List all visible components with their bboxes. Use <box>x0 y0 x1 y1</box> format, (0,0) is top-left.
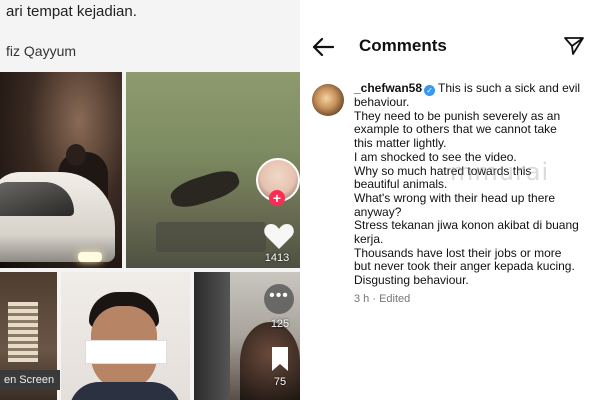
comment-line: Stress tekanan jiwa konon akibat di buan… <box>354 218 579 233</box>
article-text: ari tempat kejadian. <box>6 3 137 20</box>
author-name: fiz Qayyum <box>6 43 77 59</box>
comment-line: What's wrong with their head up there <box>354 190 556 205</box>
article-screenshot: ari tempat kejadian. fiz Qayyum + 1413 e… <box>0 0 300 400</box>
comment-meta: 3 h · Edited <box>354 293 411 305</box>
back-arrow-icon[interactable] <box>312 37 334 57</box>
comment-line: Disgusting behaviour. <box>354 273 469 288</box>
comment-line: example to others that we cannot take <box>354 122 557 137</box>
comment-line: kerja. <box>354 232 384 247</box>
bookmark-icon[interactable] <box>270 346 290 372</box>
comment-line: They need to be punish severely as an <box>354 108 561 123</box>
drain-image <box>156 222 266 252</box>
comment-first-line: _chefwan58 ✓ This is such a sick and evil <box>354 81 586 96</box>
video-thumbnail-phone[interactable]: ••• 125 75 <box>194 272 300 400</box>
comment-username[interactable]: _chefwan58 <box>354 81 422 95</box>
verified-icon: ✓ <box>424 85 436 96</box>
page-title: Comments <box>359 36 447 55</box>
comment-line: behaviour. <box>354 95 410 109</box>
more-icon[interactable]: ••• <box>264 284 294 314</box>
cat-image <box>167 165 243 213</box>
plus-icon[interactable]: + <box>269 190 285 206</box>
watermark: mmurai <box>450 158 550 186</box>
comment-count: 125 <box>270 318 290 330</box>
avatar[interactable] <box>312 84 344 116</box>
save-count: 75 <box>273 376 287 388</box>
share-icon[interactable] <box>564 36 584 56</box>
person-head <box>66 144 86 166</box>
window-blinds <box>8 302 38 362</box>
eye-censor-bar <box>85 340 167 364</box>
comment-line: Thousands have lost their jobs or more <box>354 245 562 260</box>
comment-line: this matter lightly. <box>354 136 447 151</box>
like-count: 1413 <box>264 252 290 264</box>
comment-line: anyway? <box>354 204 402 219</box>
car-headlight <box>78 252 102 262</box>
video-thumbnail-cat[interactable]: + 1413 <box>126 72 300 268</box>
comment-line: but never took their anger kepada kucing… <box>354 259 575 274</box>
comment-line: This is such a sick and evil <box>438 81 581 95</box>
video-thumbnail-car[interactable] <box>0 72 122 268</box>
screen-label[interactable]: en Screen <box>0 370 61 390</box>
comments-screen: Comments _chefwan58 ✓ This is such a sick … <box>300 0 600 400</box>
phone-edge <box>194 272 230 400</box>
heart-icon[interactable] <box>263 222 295 250</box>
shirt-image <box>69 382 181 400</box>
video-thumbnail-face[interactable] <box>61 272 190 400</box>
